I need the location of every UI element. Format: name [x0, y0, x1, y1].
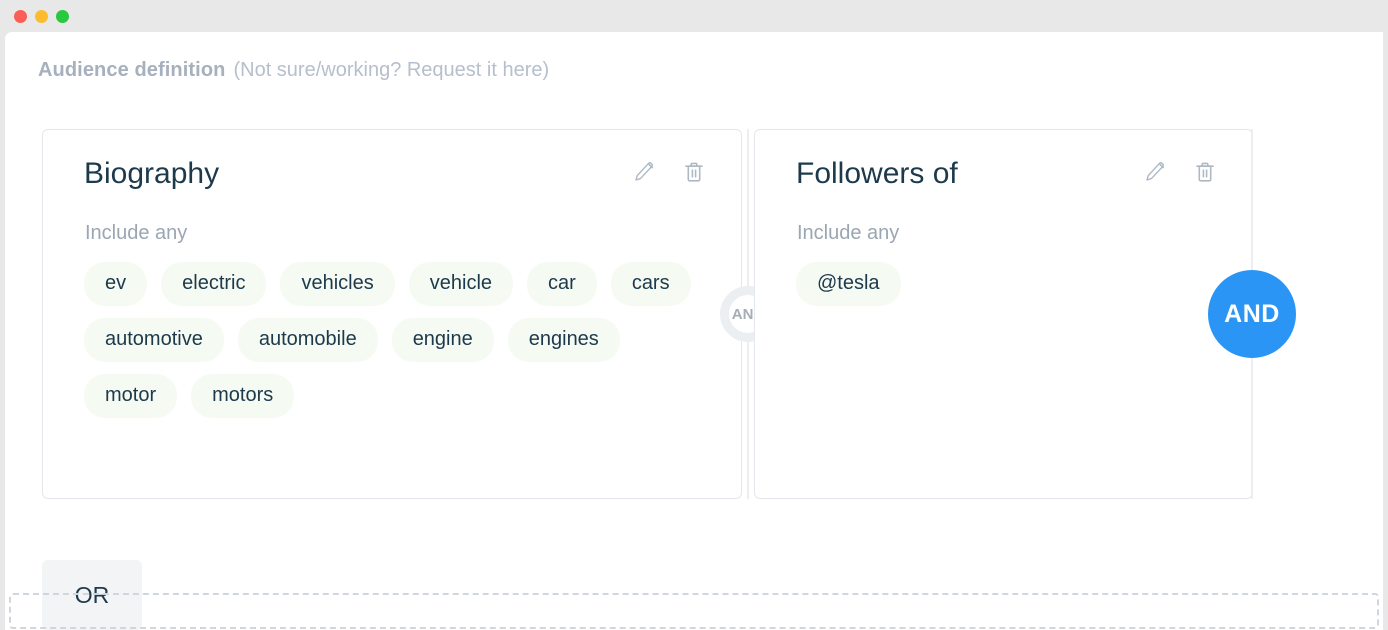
include-any-label: Include any — [85, 222, 188, 244]
card-actions — [631, 158, 707, 186]
tag-chip[interactable]: automobile — [237, 318, 378, 362]
tag-chip[interactable]: engines — [507, 318, 620, 362]
tag-chip[interactable]: motors — [191, 374, 295, 418]
minimize-window-button[interactable] — [35, 9, 48, 23]
maximize-window-button[interactable] — [56, 9, 69, 23]
tag-chip[interactable]: vehicle — [408, 262, 514, 306]
card-actions — [1142, 158, 1218, 186]
and-badge[interactable]: AND — [1208, 270, 1296, 358]
pencil-icon[interactable] — [631, 158, 657, 186]
close-window-button[interactable] — [14, 9, 27, 23]
tag-list-followers-of: @tesla — [796, 262, 1234, 306]
page-title: Audience definition — [38, 59, 226, 81]
app-window: Audience definition (Not sure/working? R… — [0, 0, 1388, 630]
include-any-label: Include any — [797, 222, 900, 244]
request-audience-link[interactable]: (Not sure/working? Request it here) — [233, 59, 549, 82]
card-title: Biography — [84, 157, 220, 190]
tag-chip[interactable]: motor — [84, 374, 178, 418]
audience-group-row: Biography Include any ev electric vehicl… — [42, 129, 1352, 501]
tag-chip[interactable]: @tesla — [796, 262, 901, 306]
card-header: Followers of — [796, 152, 1230, 196]
trash-icon[interactable] — [681, 158, 707, 186]
trash-icon[interactable] — [1192, 158, 1218, 186]
group-dropzone[interactable] — [9, 593, 1379, 629]
tag-chip[interactable]: car — [527, 262, 597, 306]
tag-chip[interactable]: electric — [161, 262, 267, 306]
pencil-icon[interactable] — [1142, 158, 1168, 186]
audience-card-followers-of[interactable]: Followers of Include any @tesla — [754, 129, 1253, 499]
audience-card-biography[interactable]: Biography Include any ev electric vehicl… — [42, 129, 742, 499]
window-titlebar — [0, 0, 1388, 32]
tag-chip[interactable]: automotive — [84, 318, 224, 362]
tag-chip[interactable]: vehicles — [280, 262, 395, 306]
page-header: Audience definition (Not sure/working? R… — [38, 59, 549, 82]
tag-chip[interactable]: engine — [391, 318, 494, 362]
tag-chip[interactable]: cars — [610, 262, 691, 306]
browser-viewport: Audience definition (Not sure/working? R… — [5, 32, 1383, 630]
card-header: Biography — [84, 152, 719, 196]
tag-chip[interactable]: ev — [84, 262, 148, 306]
audience-definition-page: Audience definition (Not sure/working? R… — [5, 32, 1383, 630]
and-connector-inactive: AND — [720, 129, 776, 499]
and-connector-active: AND — [1208, 129, 1296, 499]
window-controls — [14, 9, 69, 23]
tag-list-biography: ev electric vehicles vehicle car cars au… — [84, 262, 723, 418]
